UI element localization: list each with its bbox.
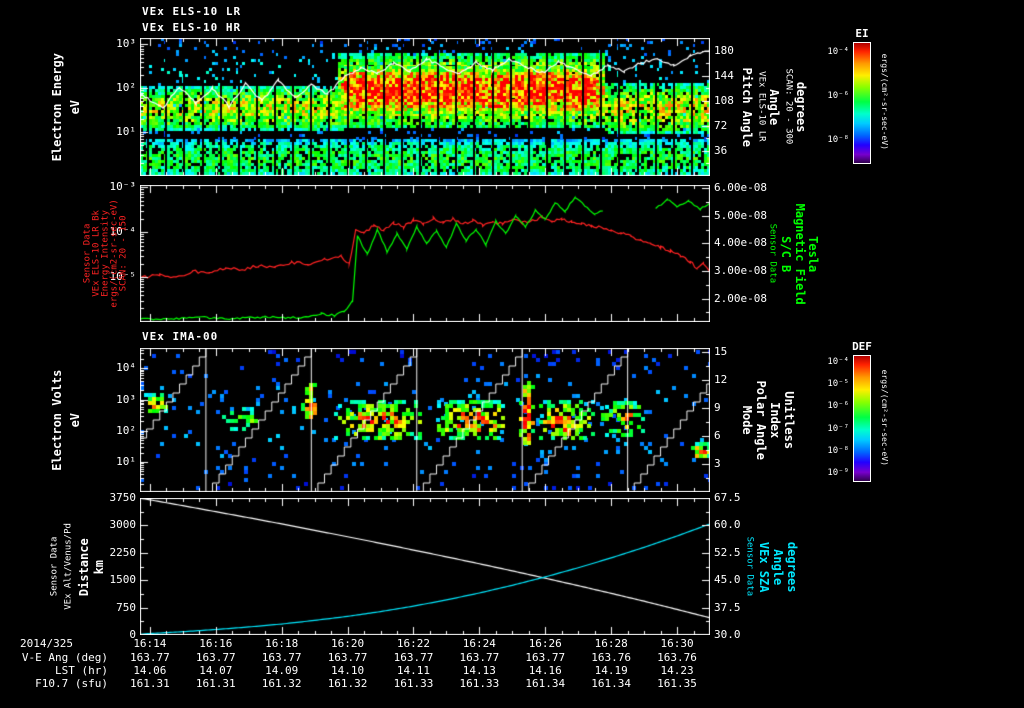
footer-value: 14.09 xyxy=(265,664,299,677)
ima_spec-colorbar-tick-label: 10⁻⁵ xyxy=(827,379,849,390)
els_spec-right-tick-label: 180 xyxy=(714,43,734,57)
footer-value: 161.32 xyxy=(327,677,368,690)
time-tick-label: 16:24 xyxy=(462,637,496,650)
ephemeris-left-axis-label: km xyxy=(91,559,106,574)
footer-value: 163.77 xyxy=(130,651,170,664)
footer-value: 163.77 xyxy=(459,651,500,664)
intensity_bfield-right-tick-label: 4.00e-08 xyxy=(714,236,767,250)
footer-value: 14.19 xyxy=(594,664,628,677)
time-tick-label: 16:14 xyxy=(133,637,167,650)
footer-value: 14.06 xyxy=(133,664,167,677)
time-tick-label: 16:28 xyxy=(594,637,628,650)
footer-value: 14.10 xyxy=(331,664,365,677)
els_spec-colorbar-units-label: ergs/(cm²-sr-sec-eV) xyxy=(879,53,889,150)
ephemeris-right-axis-label: VEx SZA xyxy=(757,541,772,592)
ephemeris-left-axis-label: Distance xyxy=(76,537,91,596)
footer-value: 163.77 xyxy=(393,651,434,664)
ima-colorbar xyxy=(853,355,871,482)
footer-value: 163.77 xyxy=(327,651,368,664)
ima_spec-colorbar-tick-label: 10⁻⁷ xyxy=(827,423,849,434)
time-tick-label: 16:26 xyxy=(528,637,562,650)
ima_spec-left-tick-label: 10³ xyxy=(116,392,136,406)
footer-value: 163.77 xyxy=(261,651,302,664)
footer-value: 163.76 xyxy=(657,651,697,664)
intensity-bfield-line-canvas xyxy=(140,185,710,322)
els_spec-right-tick-label: 108 xyxy=(714,93,734,107)
els_spec-left-tick-label: 10² xyxy=(116,81,136,95)
time-tick-label: 16:22 xyxy=(396,637,431,650)
els-pitch-angle-spectrogram-canvas xyxy=(140,38,710,176)
ima_spec-colorbar-units-label: ergs/(cm²-sr-sec-eV) xyxy=(879,369,889,466)
time-tick-label: 16:18 xyxy=(265,637,299,650)
ima_spec-colorbar-tick-label: 10⁻⁴ xyxy=(827,356,849,367)
intensity_bfield-left-axis-label: SCAN: 20 - 150 xyxy=(118,214,129,291)
footer-value: 163.76 xyxy=(591,651,632,664)
els-colorbar xyxy=(853,42,871,164)
ephemeris-right-axis-label: Angle xyxy=(771,548,786,585)
footer-value: 14.16 xyxy=(528,664,562,677)
ephemeris-left-axis-label: Sensor Data xyxy=(49,536,60,596)
footer-value: 161.34 xyxy=(591,677,632,690)
time-tick-label: 16:16 xyxy=(199,637,233,650)
els_spec-right-tick-label: 36 xyxy=(714,143,728,157)
els_spec-colorbar-tick-label: 10⁻⁴ xyxy=(827,47,849,58)
footer-value: 161.31 xyxy=(130,677,170,690)
ima_spec-right-tick-label: 15 xyxy=(714,344,728,358)
ephemeris-right-tick-label: 45.0 xyxy=(714,573,741,587)
ephemeris-right-axis-label: Sensor Data xyxy=(744,536,755,596)
ima_spec-right-tick-label: 9 xyxy=(714,400,721,414)
ima_spec-right-tick-label: 3 xyxy=(714,456,721,470)
footer-value: 163.77 xyxy=(525,651,566,664)
ima_spec-colorbar-tick-label: 10⁻⁹ xyxy=(827,468,849,479)
footer-value: 14.11 xyxy=(396,664,431,677)
footer-value: 161.31 xyxy=(195,677,236,690)
ephemeris-right-axis-label: degrees xyxy=(785,541,800,592)
ephemeris-left-axis-label: VEx Alt/Venus/Pd xyxy=(63,522,74,610)
vex-quicklook-plot-page: VEx ELS-10 LR VEx ELS-10 HR VEx IMA-00 2… xyxy=(0,0,1024,708)
footer-value: 161.33 xyxy=(459,677,500,690)
ima_spec-colorbar-tick-label: 10⁻⁸ xyxy=(827,445,849,456)
els_spec-colorbar-tick-label: 10⁻⁶ xyxy=(827,91,849,102)
intensity_bfield-right-tick-label: 5.00e-08 xyxy=(714,208,767,222)
ima-spectrogram-canvas xyxy=(140,348,710,492)
ima_spec-colorbar-tick-label: 10⁻⁶ xyxy=(827,401,849,412)
footer-value: 14.13 xyxy=(462,664,496,677)
footer-value: 14.07 xyxy=(199,664,233,677)
ima_spec-left-tick-label: 10⁴ xyxy=(116,361,136,375)
ephemeris-right-tick-label: 52.5 xyxy=(714,545,741,559)
altitude-sza-line-canvas xyxy=(140,498,710,635)
els_spec-right-tick-label: 144 xyxy=(714,68,734,82)
footer-value: 14.23 xyxy=(660,664,694,677)
els_spec-colorbar-title: EI xyxy=(855,27,869,40)
els_spec-left-axis-label: eV xyxy=(67,99,82,115)
els_spec-left-tick-label: 10³ xyxy=(116,37,136,51)
panel1-title-hr: VEx ELS-10 HR xyxy=(142,21,242,34)
time-tick-label: 16:20 xyxy=(331,637,365,650)
ephemeris-right-tick-label: 37.5 xyxy=(714,600,741,614)
panel3-title: VEx IMA-00 xyxy=(142,330,219,343)
ephemeris-right-tick-label: 67.5 xyxy=(714,491,741,504)
ephemeris-right-tick-label: 30.0 xyxy=(714,628,741,641)
ima_spec-right-tick-label: 6 xyxy=(714,428,721,442)
els_spec-right-tick-label: 72 xyxy=(714,118,728,132)
time-tick-label: 16:30 xyxy=(660,637,694,650)
intensity_bfield-right-tick-label: 6.00e-08 xyxy=(714,181,767,195)
panel1-title-lr: VEx ELS-10 LR xyxy=(142,5,242,18)
els_spec-left-axis-label: Electron Energy xyxy=(49,53,64,162)
ima_spec-colorbar-title: DEF xyxy=(852,340,872,353)
footer-value: 161.32 xyxy=(261,677,302,690)
footer-value: 161.35 xyxy=(657,677,697,690)
ima_spec-right-tick-label: 12 xyxy=(714,372,728,386)
footer-value: 161.34 xyxy=(525,677,566,690)
footer-value: 161.33 xyxy=(393,677,434,690)
ephemeris-right-tick-label: 60.0 xyxy=(714,518,741,532)
footer-value: 163.77 xyxy=(195,651,236,664)
